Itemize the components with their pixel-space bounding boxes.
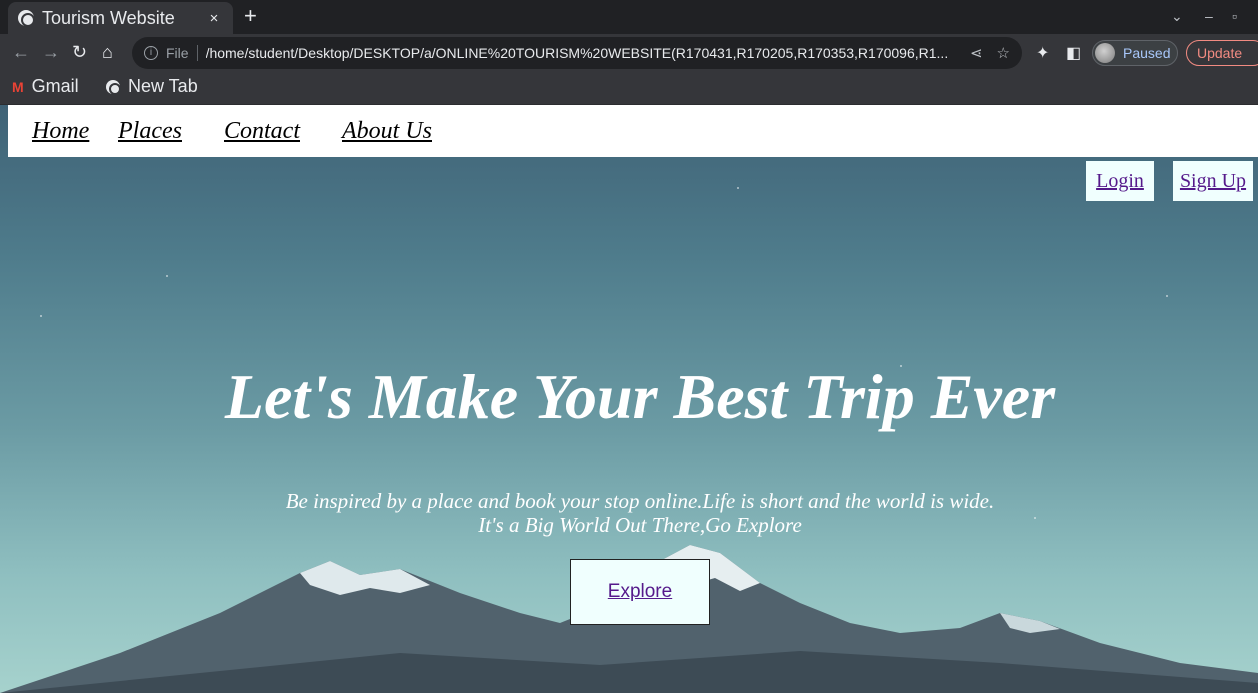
file-scheme-label: File <box>166 45 189 61</box>
tab-title: Tourism Website <box>42 7 175 28</box>
browser-toolbar: ← → ↻ ⌂ i File /home/student/Desktop/DES… <box>0 34 1258 72</box>
bookmark-label: Gmail <box>31 76 79 96</box>
star <box>1166 295 1168 297</box>
nav-contact-link[interactable]: Contact <box>224 118 300 145</box>
avatar <box>1095 43 1115 63</box>
back-icon[interactable]: ← <box>12 42 30 62</box>
globe-icon <box>18 10 35 27</box>
bookmark-label: New Tab <box>128 76 198 96</box>
tab-strip: Tourism Website × + ⌄ – ▫ <box>0 0 1258 34</box>
bookmark-star-icon[interactable]: ☆ <box>997 44 1010 62</box>
profile-status: Paused <box>1123 45 1171 61</box>
share-icon[interactable]: ⋖ <box>970 44 983 62</box>
bookmark-gmail[interactable]: M Gmail <box>12 76 79 97</box>
update-button[interactable]: Update <box>1186 40 1258 66</box>
forward-icon[interactable]: → <box>42 42 60 62</box>
bookmark-new-tab[interactable]: New Tab <box>106 76 198 97</box>
star <box>40 315 42 317</box>
hero-subtitle-line1: Be inspired by a place and book your sto… <box>285 489 995 513</box>
hero-title: Let's Make Your Best Trip Ever <box>224 361 1056 432</box>
browser-tab[interactable]: Tourism Website × <box>8 2 233 34</box>
maximize-icon[interactable]: ▫ <box>1232 8 1237 24</box>
site-info-icon[interactable]: i <box>144 46 158 60</box>
star <box>166 275 168 277</box>
tab-close-icon[interactable]: × <box>205 10 223 27</box>
site-navbar: Home Places Contact About Us <box>8 105 1258 157</box>
signup-button[interactable]: Sign Up <box>1173 161 1253 201</box>
url-text[interactable]: /home/student/Desktop/DESKTOP/a/ONLINE%2… <box>206 45 956 61</box>
home-icon[interactable]: ⌂ <box>102 42 113 62</box>
profile-button[interactable]: Paused <box>1092 40 1178 66</box>
bookmarks-bar: M Gmail New Tab <box>0 72 1258 105</box>
extensions-icon[interactable]: ✦ <box>1036 43 1049 63</box>
login-button[interactable]: Login <box>1086 161 1154 201</box>
side-panel-icon[interactable]: ◧ <box>1066 43 1081 63</box>
explore-button[interactable]: Explore <box>570 559 710 625</box>
gmail-icon: M <box>12 78 24 95</box>
omnibox-separator <box>196 45 198 61</box>
nav-places-link[interactable]: Places <box>118 118 182 145</box>
tab-search-icon[interactable]: ⌄ <box>1171 8 1183 25</box>
star <box>737 187 739 189</box>
page-viewport: Home Places Contact About Us Login Sign … <box>0 105 1258 693</box>
address-bar[interactable]: i File /home/student/Desktop/DESKTOP/a/O… <box>132 37 1022 69</box>
minimize-icon[interactable]: – <box>1205 8 1213 24</box>
hero-subtitle-line2: It's a Big World Out There,Go Explore <box>478 513 802 537</box>
nav-about-link[interactable]: About Us <box>342 118 432 145</box>
new-tab-button[interactable]: + <box>244 5 257 27</box>
nav-home-link[interactable]: Home <box>32 118 89 145</box>
globe-icon <box>106 79 121 95</box>
reload-icon[interactable]: ↻ <box>72 42 87 62</box>
